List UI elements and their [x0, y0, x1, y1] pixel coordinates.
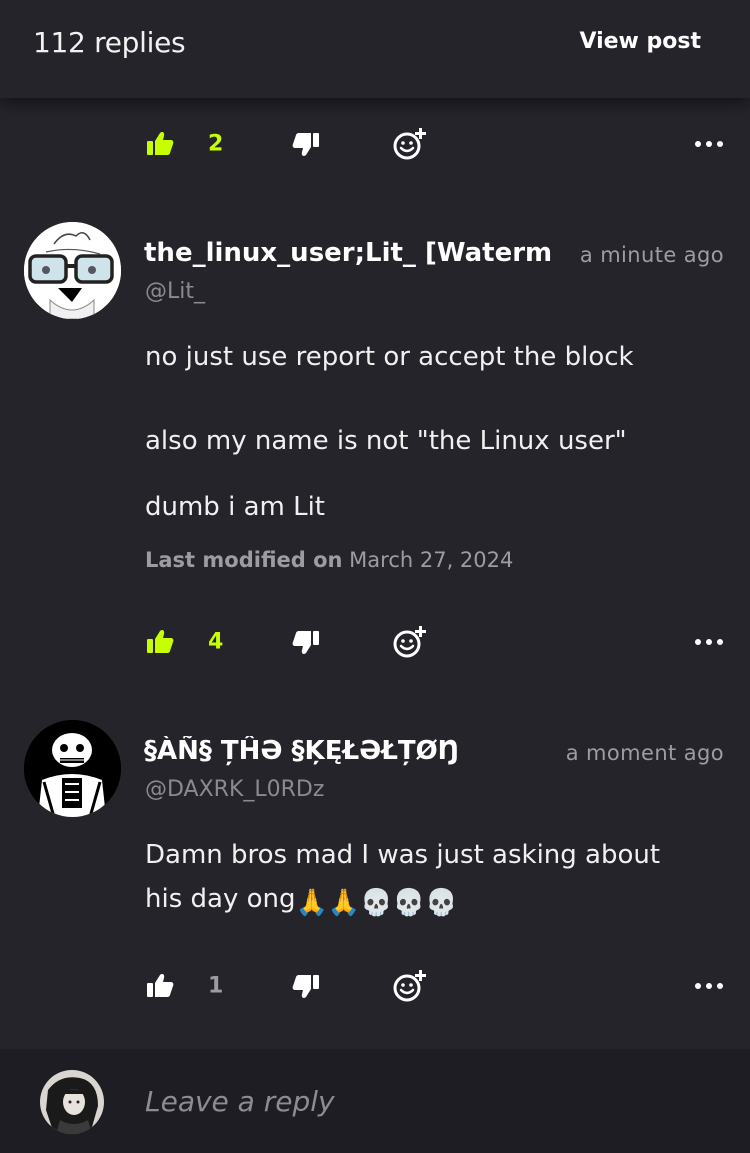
- comment-paragraph: Damn bros mad I was just asking about hi…: [145, 833, 715, 925]
- comment-actions: 4: [0, 617, 750, 667]
- user-avatar-icon: [40, 1070, 104, 1134]
- skull-emoji: 💀: [425, 888, 458, 918]
- more-options-icon[interactable]: [694, 981, 724, 991]
- author-handle[interactable]: @DAXRK_L0RDz: [145, 777, 324, 802]
- like-icon[interactable]: [146, 131, 174, 157]
- comment-timestamp: a moment ago: [565, 741, 724, 765]
- dislike-icon[interactable]: [292, 629, 320, 655]
- comment-actions: 2: [0, 119, 750, 169]
- last-modified: Last modified on March 27, 2024: [145, 548, 513, 572]
- author-avatar[interactable]: [24, 720, 121, 817]
- like-count: 4: [208, 629, 224, 655]
- comment-line: Damn bros mad I was just asking about: [145, 840, 661, 870]
- pray-emoji: 🙏: [327, 888, 361, 918]
- add-reaction-icon[interactable]: [392, 127, 428, 161]
- more-options-icon[interactable]: [694, 637, 724, 647]
- author-handle[interactable]: @Lit_: [145, 279, 205, 304]
- comment-paragraph: also my name is not "the Linux user": [145, 426, 627, 456]
- like-count: 2: [208, 131, 224, 157]
- reply-bar: Leave a reply: [0, 1049, 750, 1153]
- user-avatar[interactable]: [40, 1070, 104, 1134]
- reply-count: 112 replies: [33, 26, 186, 59]
- comment-line: his day ong🙏🙏💀💀💀: [145, 877, 715, 925]
- skull-emoji: 💀: [360, 888, 393, 918]
- pray-emoji: 🙏: [295, 888, 328, 918]
- like-icon[interactable]: [146, 629, 174, 655]
- author-avatar[interactable]: [24, 222, 121, 319]
- glasses-face-icon: [24, 222, 121, 319]
- more-options-icon[interactable]: [694, 139, 724, 149]
- dislike-icon[interactable]: [292, 131, 320, 157]
- comment-paragraph: no just use report or accept the block: [145, 342, 634, 372]
- skeleton-icon: [24, 720, 121, 817]
- dislike-icon[interactable]: [292, 973, 320, 999]
- author-name[interactable]: §ÀÑ§ ȚĤƏ §ĶĘŁƏŁȚØŊ: [144, 736, 552, 766]
- skull-emoji: 💀: [392, 888, 425, 918]
- replies-header: 112 replies View post: [0, 0, 750, 98]
- like-count: 1: [208, 973, 224, 999]
- last-modified-date: March 27, 2024: [349, 548, 514, 572]
- like-icon[interactable]: [146, 973, 174, 999]
- add-reaction-icon[interactable]: [392, 969, 428, 1003]
- comment-timestamp: a minute ago: [579, 243, 724, 267]
- comment-actions: 1: [0, 961, 750, 1011]
- last-modified-label: Last modified on: [145, 548, 343, 572]
- view-post-button[interactable]: View post: [579, 29, 701, 54]
- comment-line-text: his day ong: [145, 884, 296, 914]
- author-name[interactable]: the_linux_user;Lit_ [Waterm: [144, 238, 552, 268]
- reply-input[interactable]: Leave a reply: [145, 1085, 335, 1118]
- add-reaction-icon[interactable]: [392, 625, 428, 659]
- comment-paragraph: dumb i am Lit: [145, 492, 325, 522]
